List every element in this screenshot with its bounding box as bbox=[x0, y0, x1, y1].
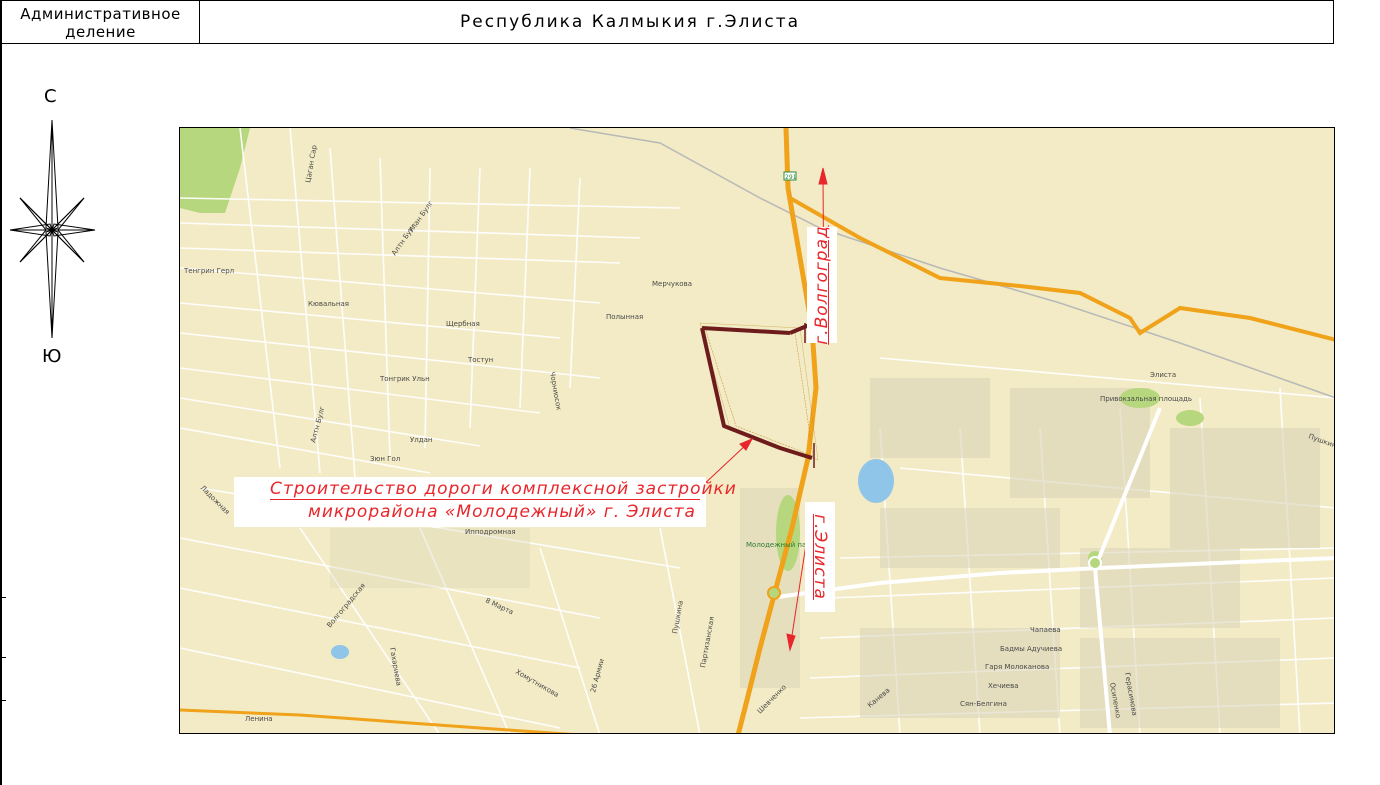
admin-division-label: Административное деление bbox=[2, 1, 200, 43]
compass-south-label: Ю bbox=[42, 346, 62, 367]
map-canvas[interactable]: 291 Цаган Сар Алтн Булг Улан Булг Мерчук… bbox=[179, 127, 1335, 734]
project-callout: Строительство дороги комплексной застрой… bbox=[234, 477, 736, 527]
pond bbox=[331, 645, 349, 659]
callout-underline bbox=[270, 499, 700, 500]
compass-rose-icon bbox=[9, 119, 96, 339]
street-label: Тостун bbox=[467, 356, 493, 364]
street-label: Улдан bbox=[410, 436, 432, 444]
callout-line-2: микрорайона «Молодежный» г. Элиста bbox=[308, 502, 696, 522]
street-label: Ленина bbox=[245, 715, 273, 723]
roundabout bbox=[767, 586, 781, 600]
street-label: Сян-Белгина bbox=[960, 700, 1007, 708]
route-shield-label: 291 bbox=[785, 174, 797, 181]
to-elista-label: г.Элиста bbox=[805, 502, 835, 612]
street-label: Гаря Молоканова bbox=[985, 663, 1049, 671]
street-label: Полынная bbox=[606, 313, 643, 321]
map-svg: 291 Цаган Сар Алтн Булг Улан Булг Мерчук… bbox=[180, 128, 1334, 733]
place-label: Элиста bbox=[1150, 371, 1176, 379]
street-label: Ипподромная bbox=[465, 528, 516, 536]
frame-tick bbox=[0, 597, 6, 598]
street-label: Тонгрик Ульн bbox=[379, 375, 430, 383]
to-volgograd-label: г.Волгоград bbox=[807, 225, 837, 345]
street-label: Хечиева bbox=[988, 682, 1019, 690]
callout-line-1: Строительство дороги комплексной застрой… bbox=[270, 479, 737, 499]
street-label: Кювальная bbox=[308, 300, 349, 308]
street-label: Тенгрин Герл bbox=[183, 267, 234, 275]
region-title: Республика Калмыкия г.Элиста bbox=[460, 12, 801, 32]
street-label: Зюн Гол bbox=[370, 455, 400, 463]
title-block: Административное деление Республика Калм… bbox=[0, 0, 1334, 44]
street-label: Чапаева bbox=[1030, 626, 1061, 634]
lake bbox=[858, 459, 894, 503]
frame-tick bbox=[0, 657, 6, 658]
street-label: Мерчукова bbox=[652, 280, 692, 288]
roundabout bbox=[1088, 556, 1102, 570]
street-label: Щербная bbox=[446, 320, 480, 328]
street-label: Бадмы Адучиева bbox=[1000, 645, 1062, 653]
frame-tick bbox=[0, 700, 6, 701]
place-label: Привокзальная площадь bbox=[1100, 395, 1192, 403]
